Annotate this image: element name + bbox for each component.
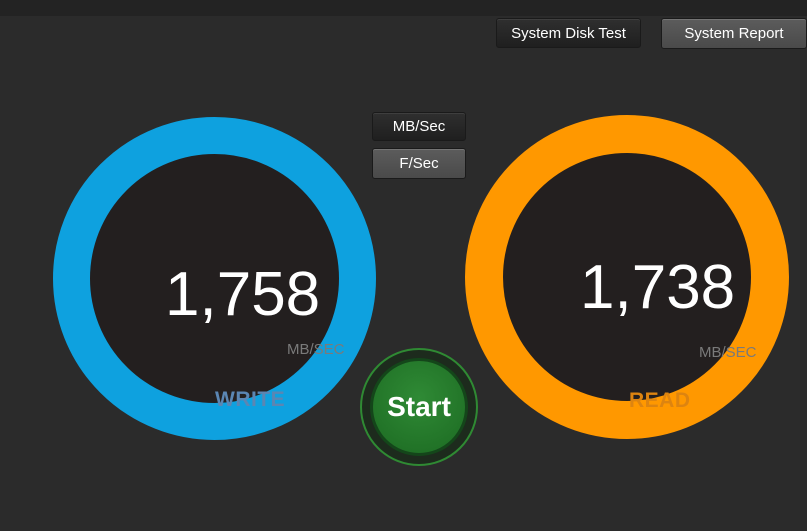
read-gauge-label: READ bbox=[629, 389, 691, 412]
f-sec-toggle-button[interactable]: F/Sec bbox=[372, 148, 466, 179]
read-gauge: 1,738 MB/SEC READ bbox=[465, 115, 789, 439]
read-speed-unit: MB/SEC bbox=[699, 344, 757, 361]
mb-sec-toggle-button[interactable]: MB/Sec bbox=[372, 112, 466, 141]
read-speed-value: 1,738 bbox=[580, 253, 736, 322]
disk-speed-test-window: System Disk Test System Report MB/Sec F/… bbox=[0, 0, 807, 531]
write-gauge: 1,758 MB/SEC WRITE bbox=[53, 117, 376, 440]
write-speed-value: 1,758 bbox=[165, 260, 321, 329]
start-button-label: Start bbox=[370, 358, 468, 456]
system-report-button[interactable]: System Report bbox=[661, 18, 807, 49]
top-strip bbox=[0, 0, 807, 16]
system-disk-test-button[interactable]: System Disk Test bbox=[496, 18, 641, 48]
write-gauge-label: WRITE bbox=[215, 388, 286, 411]
write-speed-unit: MB/SEC bbox=[287, 341, 345, 358]
start-button[interactable]: Start bbox=[360, 348, 478, 466]
